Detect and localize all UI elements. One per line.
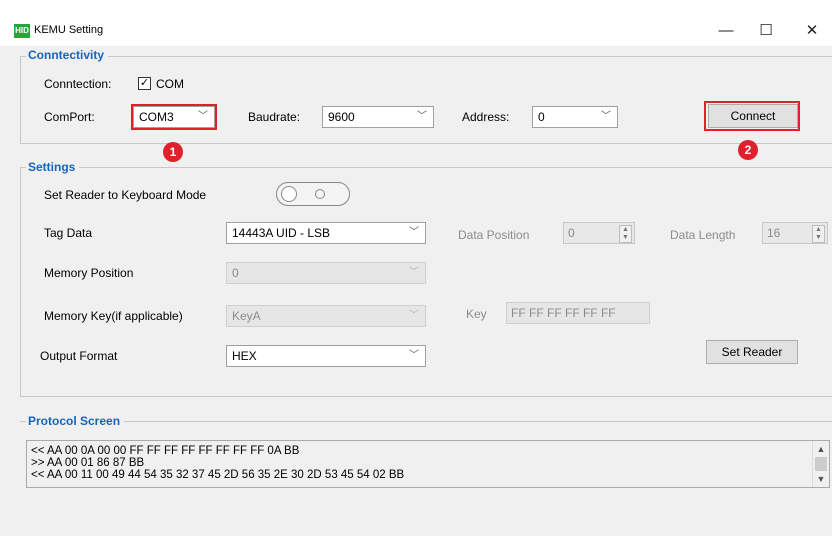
output-format-select[interactable]: HEX ﹀ bbox=[226, 345, 426, 367]
address-select[interactable]: 0 ﹀ bbox=[532, 106, 618, 128]
settings-title: Settings bbox=[26, 160, 80, 174]
tag-data-value: 14443A UID - LSB bbox=[232, 226, 331, 240]
chevron-down-icon: ﹀ bbox=[409, 350, 419, 361]
keyboard-mode-label: Set Reader to Keyboard Mode bbox=[44, 188, 207, 202]
spin-arrows-icon: ▲ ▼ bbox=[619, 225, 632, 243]
protocol-title: Protocol Screen bbox=[26, 414, 125, 428]
key-label: Key bbox=[466, 307, 487, 321]
data-position-label: Data Position bbox=[458, 228, 530, 242]
data-position-stepper[interactable]: 0 ▲ ▼ bbox=[563, 222, 635, 244]
chevron-down-icon: ﹀ bbox=[417, 111, 427, 122]
memory-key-value: KeyA bbox=[232, 309, 261, 323]
protocol-log[interactable]: << AA 00 0A 00 00 FF FF FF FF FF FF FF F… bbox=[26, 440, 830, 488]
output-format-value: HEX bbox=[232, 349, 257, 363]
log-line: << AA 00 11 00 49 44 54 35 32 37 45 2D 5… bbox=[31, 469, 405, 481]
baudrate-select[interactable]: 9600 ﹀ bbox=[322, 106, 434, 128]
data-length-value: 16 bbox=[767, 226, 781, 240]
scroll-down-icon[interactable]: ▼ bbox=[813, 471, 829, 487]
memory-key-label: Memory Key(if applicable) bbox=[44, 309, 183, 323]
title-bar: HID KEMU Setting — ☐ ✕ bbox=[0, 0, 832, 46]
tag-data-label: Tag Data bbox=[44, 226, 93, 240]
memory-position-label: Memory Position bbox=[44, 266, 134, 280]
status-bar bbox=[0, 490, 832, 536]
com-checkbox[interactable]: ✓ bbox=[138, 77, 151, 90]
highlight-box-comport bbox=[131, 104, 217, 130]
spin-arrows-icon: ▲ ▼ bbox=[812, 225, 825, 243]
log-line: << AA 00 0A 00 00 FF FF FF FF FF FF FF F… bbox=[31, 445, 300, 457]
minimize-button[interactable]: — bbox=[706, 18, 746, 44]
close-button[interactable]: ✕ bbox=[792, 18, 832, 44]
com-label: COM bbox=[156, 77, 184, 91]
memory-position-select[interactable]: 0 ﹀ bbox=[226, 262, 426, 284]
memory-position-value: 0 bbox=[232, 266, 239, 280]
data-length-label: Data Length bbox=[670, 228, 736, 242]
connectivity-title: Conntectivity bbox=[26, 48, 109, 62]
comport-label: ComPort: bbox=[44, 110, 95, 124]
chevron-down-icon: ﹀ bbox=[409, 267, 419, 278]
set-reader-button[interactable]: Set Reader bbox=[706, 340, 798, 364]
log-line: >> AA 00 01 86 87 BB bbox=[31, 457, 145, 469]
chevron-down-icon: ﹀ bbox=[601, 111, 611, 122]
memory-key-select[interactable]: KeyA ﹀ bbox=[226, 305, 426, 327]
chevron-down-icon: ﹀ bbox=[409, 227, 419, 238]
app-icon: HID bbox=[14, 24, 30, 38]
scroll-thumb[interactable] bbox=[815, 457, 827, 471]
address-label: Address: bbox=[462, 110, 510, 124]
baudrate-value: 9600 bbox=[328, 110, 355, 124]
log-scrollbar[interactable]: ▲ ▼ bbox=[812, 441, 829, 487]
protocol-group-line bbox=[20, 421, 832, 422]
toggle-off-icon bbox=[315, 189, 325, 199]
step-badge-1: 1 bbox=[163, 142, 183, 162]
key-field[interactable]: FF FF FF FF FF FF bbox=[506, 302, 650, 324]
tag-data-select[interactable]: 14443A UID - LSB ﹀ bbox=[226, 222, 426, 244]
baudrate-label: Baudrate: bbox=[248, 110, 301, 124]
check-icon: ✓ bbox=[139, 77, 150, 89]
step-badge-2: 2 bbox=[738, 140, 758, 160]
scroll-up-icon[interactable]: ▲ bbox=[813, 441, 829, 457]
data-position-value: 0 bbox=[568, 226, 575, 240]
connection-label: Conntection: bbox=[44, 77, 112, 91]
chevron-down-icon: ﹀ bbox=[409, 310, 419, 321]
toggle-knob bbox=[281, 186, 297, 202]
highlight-box-connect bbox=[704, 101, 800, 131]
key-value: FF FF FF FF FF FF bbox=[511, 306, 616, 320]
maximize-button[interactable]: ☐ bbox=[746, 18, 786, 44]
output-format-label: Output Format bbox=[40, 349, 118, 363]
data-length-stepper[interactable]: 16 ▲ ▼ bbox=[762, 222, 828, 244]
keyboard-mode-toggle[interactable] bbox=[276, 182, 350, 206]
address-value: 0 bbox=[538, 110, 545, 124]
window-title: KEMU Setting bbox=[34, 24, 104, 36]
